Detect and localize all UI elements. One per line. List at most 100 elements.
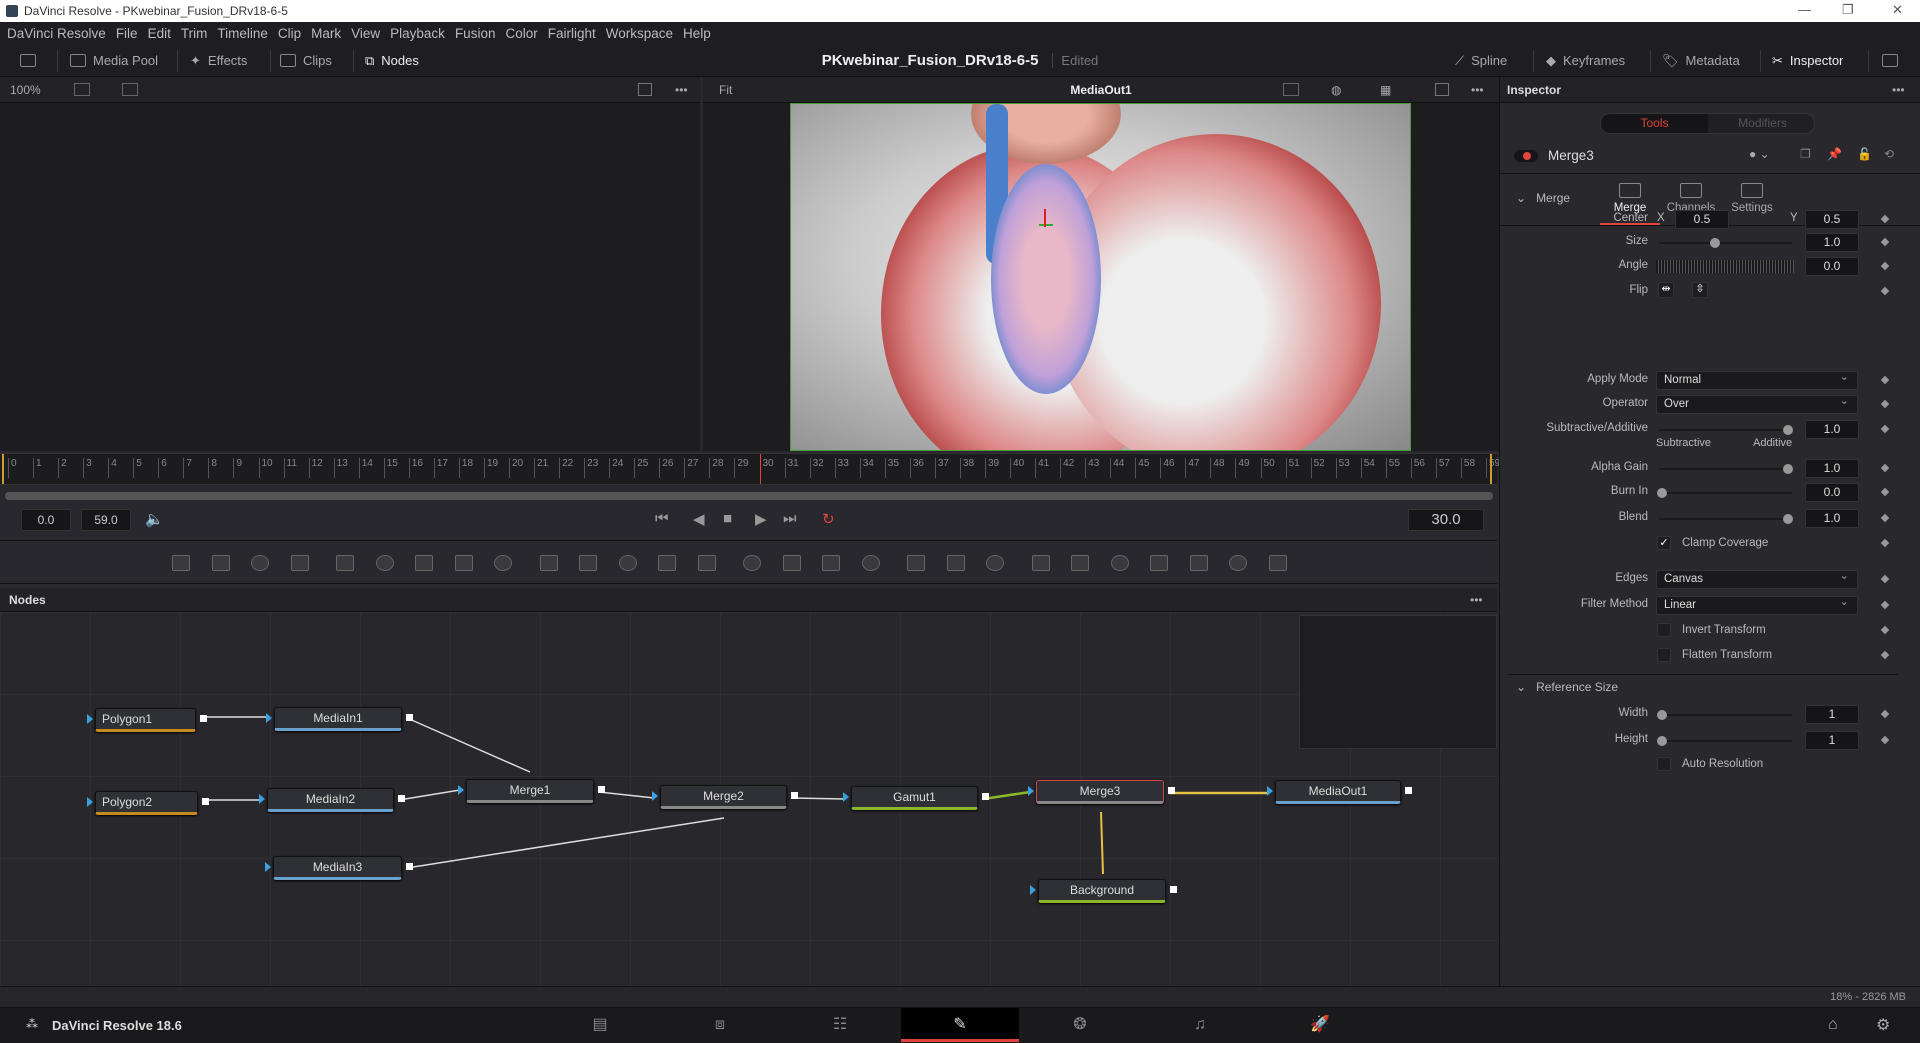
slider-knob[interactable]	[1657, 736, 1667, 746]
3d-camera-tool-icon[interactable]	[1150, 555, 1168, 571]
3d-text-tool-icon[interactable]	[1110, 555, 1129, 571]
particle-emitter-tool-icon[interactable]	[907, 555, 925, 571]
keyframe-diamond-icon[interactable]	[1880, 424, 1890, 434]
particle-render-tool-icon[interactable]	[946, 555, 965, 571]
node-input-triangle[interactable]	[1267, 786, 1273, 796]
filter-method-dropdown[interactable]: Linear	[1656, 594, 1858, 615]
fast-noise-tool-icon[interactable]	[211, 555, 230, 571]
playhead[interactable]	[759, 454, 761, 484]
node-output-port[interactable]	[1170, 886, 1177, 893]
3d-image-plane-tool-icon[interactable]	[1268, 555, 1287, 571]
background-tool-icon[interactable]	[172, 555, 190, 571]
blend-value-field[interactable]: 1.0	[1805, 509, 1859, 528]
merge-tool-icon[interactable]	[539, 555, 558, 571]
stop-icon[interactable]: ■	[723, 510, 732, 527]
media-pool-button[interactable]: Media Pool	[70, 44, 158, 77]
tab-modifiers[interactable]: Modifiers	[1709, 114, 1814, 133]
invert-transform-checkbox[interactable]	[1657, 623, 1671, 637]
effects-button[interactable]: ✦ Effects	[190, 44, 247, 77]
single-view-button[interactable]	[1435, 83, 1449, 96]
size-value-field[interactable]: 1.0	[1805, 233, 1859, 252]
keyframe-diamond-icon[interactable]	[1880, 600, 1890, 610]
transform-tool-icon[interactable]	[697, 555, 716, 571]
matte-control-tool-icon[interactable]	[618, 555, 637, 571]
slider-knob[interactable]	[1709, 238, 1720, 248]
play-reverse-icon[interactable]: ◀	[693, 510, 705, 528]
3d-renderer-tool-icon[interactable]	[1189, 555, 1208, 571]
angle-value-field[interactable]: 0.0	[1805, 257, 1859, 276]
page-edit-button[interactable]: ☷	[781, 1008, 899, 1042]
keyframe-diamond-icon[interactable]	[1880, 237, 1890, 247]
height-slider[interactable]	[1657, 736, 1792, 746]
width-value-field[interactable]: 1	[1805, 705, 1859, 724]
go-to-start-icon[interactable]: ⏮	[655, 510, 669, 527]
channel-booleans-tool-icon[interactable]	[579, 555, 597, 571]
node-input-triangle[interactable]	[87, 714, 93, 724]
more-options-icon[interactable]: •••	[1471, 83, 1484, 97]
page-deliver-button[interactable]: 🚀	[1261, 1008, 1379, 1042]
keyframe-diamond-icon[interactable]	[1880, 399, 1890, 409]
particles-tool-icon[interactable]	[336, 555, 354, 571]
more-options-icon[interactable]: •••	[675, 83, 688, 97]
node-output-port[interactable]	[398, 795, 405, 802]
menu-fairlight[interactable]: Fairlight	[548, 26, 596, 41]
node-input-triangle[interactable]	[259, 794, 265, 804]
node-output-port[interactable]	[406, 863, 413, 870]
menu-mark[interactable]: Mark	[311, 26, 341, 41]
paint-tool-icon[interactable]	[290, 555, 309, 571]
section-merge[interactable]: ⌄ Merge	[1516, 191, 1570, 205]
loop-icon[interactable]: ↻	[822, 510, 835, 528]
node-input-triangle[interactable]	[266, 713, 272, 723]
node-output-port[interactable]	[598, 786, 605, 793]
node-input-triangle[interactable]	[87, 797, 93, 807]
subtab-settings[interactable]: Settings	[1722, 179, 1782, 225]
page-fairlight-button[interactable]: ♫	[1141, 1008, 1259, 1042]
minimize-button[interactable]: —	[1798, 2, 1811, 17]
node-output-port[interactable]	[200, 715, 207, 722]
node-mediaout1[interactable]: MediaOut1	[1275, 780, 1401, 804]
color-corrector-tool-icon[interactable]	[415, 555, 433, 571]
clamp-coverage-checkbox[interactable]: ✓	[1657, 536, 1671, 550]
slider-knob[interactable]	[1657, 488, 1667, 498]
rectangle-mask-tool-icon[interactable]	[743, 555, 761, 571]
blend-slider[interactable]	[1659, 514, 1793, 524]
nodes-button[interactable]: ⧉ Nodes	[365, 44, 419, 77]
time-ruler[interactable]: 0 1 2 3 4 5 6 7 8 9 10 11 12 13 14 15 16 17 18 19 20 21 22 23 24…	[0, 453, 1500, 485]
node-gamut1[interactable]: Gamut1	[851, 786, 978, 810]
node-merge1[interactable]: Merge1	[466, 779, 594, 803]
menu-color[interactable]: Color	[505, 26, 537, 41]
render-end-field[interactable]: 59.0	[81, 509, 131, 531]
menu-help[interactable]: Help	[683, 26, 711, 41]
node-editor[interactable]: Polygon1 MediaIn1 Polygon2 MediaIn2 Merge1 Me…	[0, 612, 1497, 986]
node-output-port[interactable]	[791, 792, 798, 799]
page-cut-button[interactable]: ⧈	[661, 1008, 779, 1042]
auto-resolution-checkbox[interactable]	[1657, 757, 1671, 771]
node-output-port[interactable]	[406, 714, 413, 721]
node-color-dropdown[interactable]: ● ⌄	[1749, 147, 1770, 161]
burn-in-slider[interactable]	[1657, 488, 1792, 498]
burn-in-value-field[interactable]: 0.0	[1805, 483, 1859, 502]
keyframe-diamond-icon[interactable]	[1880, 286, 1890, 296]
center-y-field[interactable]: 0.5	[1805, 210, 1859, 229]
subtractive-additive-value-field[interactable]: 1.0	[1805, 420, 1859, 439]
subtractive-additive-slider[interactable]	[1659, 425, 1793, 435]
node-input-triangle[interactable]	[1028, 786, 1034, 796]
width-slider[interactable]	[1657, 710, 1792, 720]
node-navigator[interactable]	[1299, 615, 1497, 749]
node-background[interactable]: Background	[1038, 879, 1166, 903]
3d-shape-tool-icon[interactable]	[1031, 555, 1050, 571]
keyframe-diamond-icon[interactable]	[1880, 261, 1890, 271]
bspline-mask-tool-icon[interactable]	[861, 555, 880, 571]
page-media-button[interactable]: ▤	[541, 1008, 659, 1042]
node-polygon2[interactable]: Polygon2	[95, 791, 198, 815]
menu-trim[interactable]: Trim	[181, 26, 208, 41]
node-output-port[interactable]	[1168, 787, 1175, 794]
operator-dropdown[interactable]: Over	[1656, 393, 1858, 414]
channel-a-button[interactable]	[74, 83, 90, 96]
play-icon[interactable]: ▶	[755, 510, 767, 528]
slider-knob[interactable]	[1783, 425, 1793, 435]
menu-clip[interactable]: Clip	[278, 26, 301, 41]
node-input-triangle[interactable]	[265, 862, 271, 872]
keyframe-diamond-icon[interactable]	[1880, 735, 1890, 745]
keyframe-diamond-icon[interactable]	[1880, 538, 1890, 548]
